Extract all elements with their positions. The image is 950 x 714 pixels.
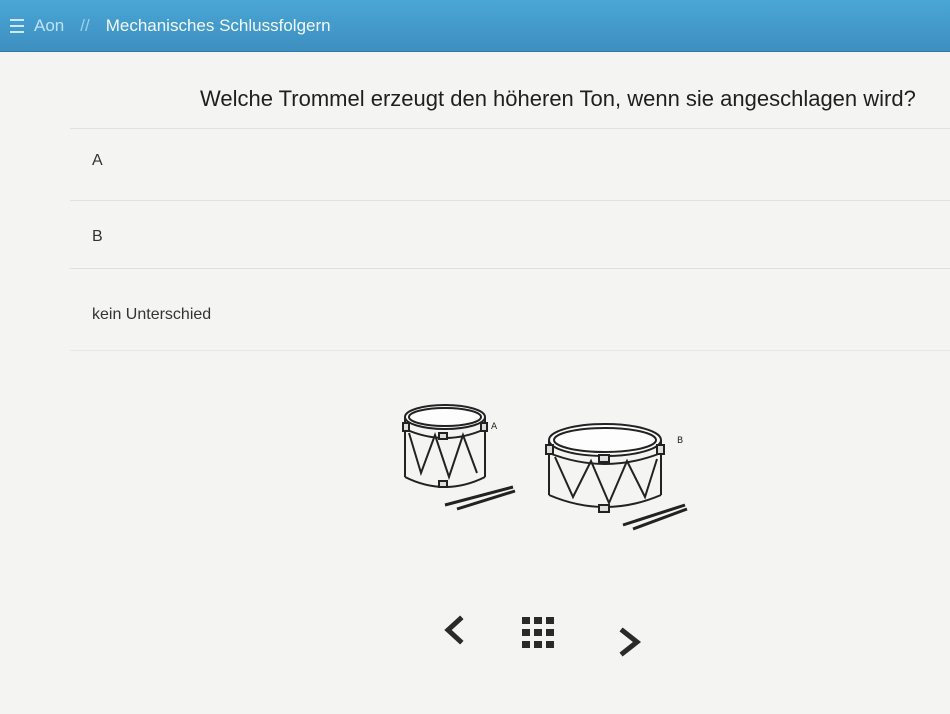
chevron-left-icon[interactable] bbox=[440, 615, 470, 645]
divider bbox=[70, 200, 950, 201]
answer-option-a[interactable]: A bbox=[70, 152, 930, 170]
drum-b-image bbox=[545, 423, 688, 531]
brand-name[interactable]: Aon bbox=[34, 16, 64, 36]
answer-option-label: A bbox=[92, 152, 103, 169]
breadcrumb-separator: // bbox=[80, 15, 90, 35]
answer-option-label: kein Unterschied bbox=[92, 306, 212, 323]
question-navigation bbox=[0, 605, 950, 665]
grid-icon[interactable] bbox=[520, 615, 556, 651]
drum-b-label: B bbox=[677, 436, 683, 446]
divider bbox=[70, 128, 950, 129]
question-text: Welche Trommel erzeugt den höheren Ton, … bbox=[200, 86, 916, 111]
answer-option-b[interactable]: B bbox=[70, 228, 930, 246]
answer-option-label: B bbox=[92, 228, 103, 245]
divider bbox=[70, 268, 950, 269]
page-title: Mechanisches Schlussfolgern bbox=[105, 15, 331, 35]
drum-a-label: A bbox=[491, 422, 498, 432]
divider bbox=[70, 350, 950, 351]
chevron-right-icon[interactable] bbox=[615, 627, 645, 657]
hamburger-menu-icon[interactable] bbox=[10, 18, 24, 33]
answer-option-no-difference[interactable]: kein Unterschied bbox=[70, 306, 930, 324]
drum-a-image bbox=[402, 404, 516, 511]
drums-illustration: A B bbox=[402, 404, 688, 531]
top-bar: Aon // Mechanisches Schlussfolgern bbox=[0, 0, 950, 52]
